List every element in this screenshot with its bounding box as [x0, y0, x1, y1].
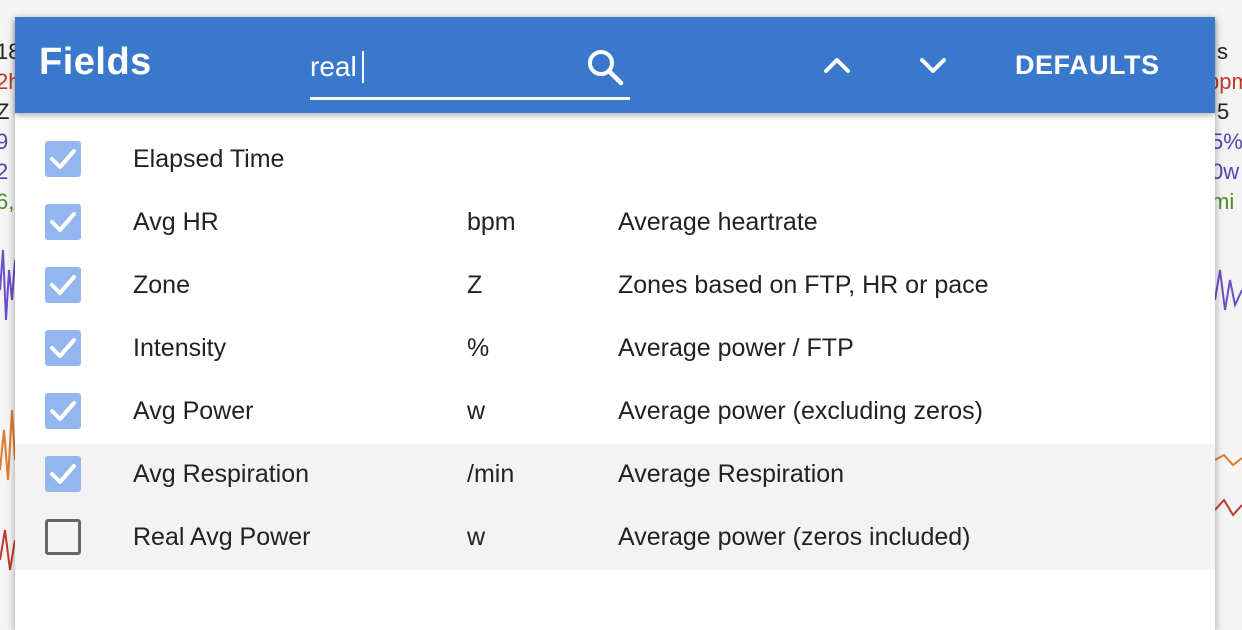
field-row[interactable]: Zone Z Zones based on FTP, HR or pace [15, 255, 1215, 318]
background-text: 2 [0, 159, 9, 184]
background-text: s [1217, 39, 1228, 64]
background-text: 6, [0, 189, 15, 214]
background-text: 2h [0, 69, 15, 94]
field-unit: Z [467, 271, 483, 299]
field-description: Zones based on FTP, HR or pace [618, 271, 989, 299]
chevron-down-icon[interactable] [911, 45, 955, 85]
field-row[interactable]: Avg Respiration/min Average Respiration [15, 444, 1215, 507]
field-name: Avg Power [133, 397, 254, 425]
background-text: Z [0, 99, 10, 124]
check-icon [50, 464, 76, 484]
field-unit: w [467, 523, 486, 551]
field-row[interactable]: Avg HR bpm Average heartrate [15, 192, 1215, 255]
background-text: mi [1215, 189, 1235, 214]
field-unit: w [467, 397, 486, 425]
background-text: bpm [1215, 69, 1242, 94]
search-field[interactable] [310, 41, 630, 100]
check-icon [50, 149, 76, 169]
check-icon [50, 401, 76, 421]
chevron-up-icon[interactable] [815, 45, 859, 85]
background-chart [0, 249, 15, 571]
field-name: Zone [133, 271, 190, 299]
background-chart [1215, 269, 1242, 517]
background-text: 5 [1217, 99, 1230, 124]
background-left-edge: 18 2h Z 9 2 6, [0, 0, 15, 630]
field-description: Average heartrate [618, 208, 818, 236]
defaults-button[interactable]: DEFAULTS [1015, 47, 1160, 83]
dialog-header: Fields DEFAULTS [15, 17, 1215, 113]
field-name: Real Avg Power [133, 523, 311, 551]
field-checkbox[interactable] [45, 519, 81, 555]
field-name: Avg Respiration [133, 460, 310, 488]
field-unit: % [467, 334, 490, 362]
field-checkbox[interactable] [45, 456, 81, 492]
field-checkbox[interactable] [45, 393, 81, 429]
field-row[interactable]: Real Avg Power w Average power (zeros incl… [15, 507, 1215, 570]
check-icon [50, 275, 76, 295]
background-right-edge: s bpm 5 5% 0w mi [1215, 0, 1242, 630]
field-checkbox[interactable] [45, 330, 81, 366]
field-description: Average power / FTP [618, 334, 854, 362]
field-row[interactable]: Elapsed Time [15, 129, 1215, 192]
background-text: 0w [1215, 159, 1240, 184]
background-text: 9 [0, 129, 9, 154]
field-name: Intensity [133, 334, 227, 362]
field-row[interactable]: Avg Power w Average power (excluding zeros… [15, 381, 1215, 444]
field-unit: bpm [467, 208, 516, 236]
field-name: Avg HR [133, 208, 219, 236]
field-checkbox[interactable] [45, 267, 81, 303]
search-input[interactable] [310, 45, 570, 89]
search-icon[interactable] [585, 47, 625, 87]
check-icon [50, 338, 76, 358]
background-text: 5% [1215, 129, 1242, 154]
field-description: Average Respiration [618, 460, 845, 488]
field-name: Elapsed Time [133, 145, 285, 173]
field-row[interactable]: Intensity% Average power / FTP [15, 318, 1215, 381]
background-text: 18 [0, 39, 15, 64]
field-checkbox[interactable] [45, 204, 81, 240]
fields-dialog: Fields DEFAULTS Elapsed TimeAvg HRb [15, 17, 1215, 630]
field-checkbox[interactable] [45, 141, 81, 177]
field-unit: /min [467, 460, 515, 488]
field-description: Average power (excluding zeros) [618, 397, 984, 425]
check-icon [50, 212, 76, 232]
field-list: Elapsed Time Avg HR bpm Average heartrate Zo… [15, 129, 1215, 570]
dialog-title: Fields [39, 41, 152, 83]
field-description: Average power (zeros included) [618, 523, 971, 551]
text-caret [362, 51, 364, 83]
